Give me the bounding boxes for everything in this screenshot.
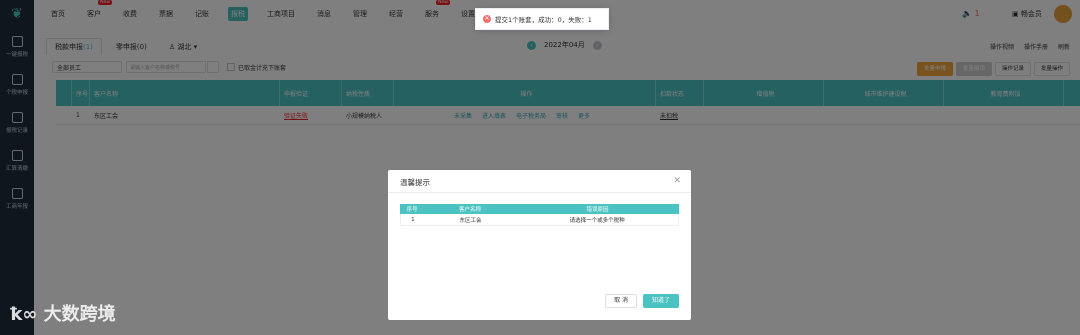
- error-table-header: 序号 客户名称 错误原因: [400, 204, 679, 214]
- toast-message: ✕ 提交1个账套，成功：0，失败：1: [475, 8, 609, 30]
- dialog-footer: 取 消 知道了: [599, 294, 679, 308]
- error-table: 序号 客户名称 错误原因 1 东区工会 请选择一个或多个税种: [400, 204, 679, 226]
- error-row: 1 东区工会 请选择一个或多个税种: [400, 214, 679, 226]
- cancel-button[interactable]: 取 消: [605, 294, 637, 308]
- watermark: ꝁ∞ 大数跨境: [10, 304, 116, 325]
- close-icon[interactable]: ✕: [673, 176, 681, 186]
- warning-dialog: 温馨提示 ✕ 序号 客户名称 错误原因 1 东区工会 请选择一个或多个税种 取 …: [388, 170, 691, 320]
- ok-button[interactable]: 知道了: [642, 294, 679, 308]
- dialog-title: 温馨提示: [400, 178, 430, 187]
- watermark-logo-icon: ꝁ∞: [10, 304, 44, 325]
- divider: [388, 192, 691, 193]
- error-icon: ✕: [483, 15, 491, 23]
